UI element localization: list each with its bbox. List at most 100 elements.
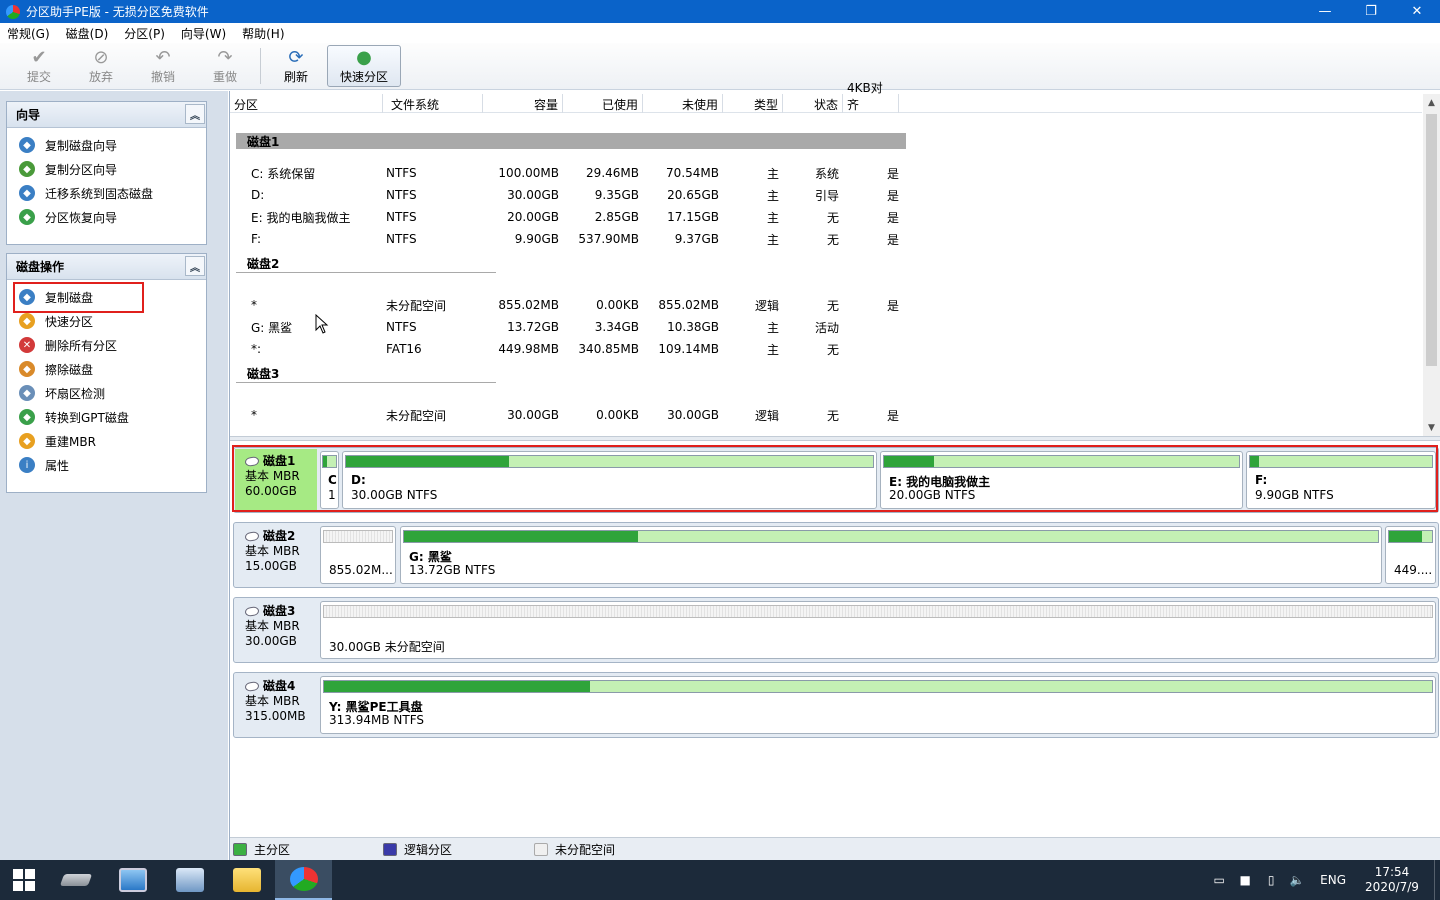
start-button[interactable]: [0, 860, 47, 900]
disk-group-name: 磁盘2: [247, 256, 280, 271]
disk-name: 磁盘2: [263, 529, 296, 543]
minimize-button[interactable]: —: [1302, 0, 1348, 23]
table-row[interactable]: * 未分配空间 855.02MB 0.00KB 855.02MB 逻辑 无 是: [230, 294, 903, 316]
cell-used: 9.35GB: [594, 188, 639, 202]
menu-disk[interactable]: 磁盘(D): [62, 25, 113, 42]
disk-row-4[interactable]: 磁盘4 基本 MBR 315.00MB Y: 黑鲨PE工具盘 313.94MB …: [233, 672, 1439, 738]
scroll-down-icon[interactable]: ▼: [1423, 419, 1440, 436]
clock[interactable]: 17:54 2020/7/9: [1356, 865, 1428, 895]
volume-icon[interactable]: 🔈: [1284, 860, 1310, 900]
usage-fill: [404, 531, 638, 542]
scroll-up-icon[interactable]: ▲: [1423, 94, 1440, 111]
col-filesystem[interactable]: 文件系统: [383, 94, 483, 113]
disk-info[interactable]: 磁盘3 基本 MBR 30.00GB: [235, 599, 317, 661]
refresh-icon: ⟳: [288, 46, 304, 68]
partition-size: 449....: [1394, 563, 1433, 577]
recovery-icon: ◆: [19, 209, 35, 225]
network-icon[interactable]: ▭: [1206, 860, 1232, 900]
op-bad-sector[interactable]: ◆ 坏扇区检测: [7, 381, 206, 405]
disk-row-2[interactable]: 磁盘2 基本 MBR 15.00GB 855.02M... G: 黑鲨 13.7…: [233, 522, 1439, 588]
show-desktop-button[interactable]: [1434, 860, 1440, 900]
partition-block[interactable]: Y: 黑鲨PE工具盘 313.94MB NTFS: [320, 676, 1436, 734]
taskbar-computer-app[interactable]: [104, 860, 161, 900]
col-capacity[interactable]: 容量: [483, 94, 563, 113]
pane-splitter[interactable]: [230, 436, 1440, 441]
disk-group-header: 磁盘1: [236, 133, 906, 149]
wizard-partition-recovery[interactable]: ◆ 分区恢复向导: [7, 205, 206, 229]
display-icon[interactable]: ■: [1232, 860, 1258, 900]
col-type[interactable]: 类型: [723, 94, 783, 113]
cell-status: 引导: [814, 188, 839, 203]
wizard-copy-disk[interactable]: ◆ 复制磁盘向导: [7, 133, 206, 157]
col-partition[interactable]: 分区: [230, 94, 383, 113]
taskbar-keyboard-app[interactable]: [161, 860, 218, 900]
folder-icon: [232, 868, 261, 892]
menu-general[interactable]: 常规(G): [3, 25, 54, 42]
close-button[interactable]: ✕: [1394, 0, 1440, 23]
partition-block[interactable]: G: 黑鲨 13.72GB NTFS: [400, 526, 1382, 584]
partition-block[interactable]: 855.02M...: [320, 526, 396, 584]
cell-capacity: 100.00MB: [498, 166, 559, 180]
discard-button[interactable]: ⊘ 放弃: [70, 45, 132, 87]
wizard-migrate-os[interactable]: ◆ 迁移系统到固态磁盘: [7, 181, 206, 205]
clock-time: 17:54: [1374, 865, 1410, 879]
op-delete-all[interactable]: ✕ 删除所有分区: [7, 333, 206, 357]
table-row[interactable]: F: NTFS 9.90GB 537.90MB 9.37GB 主 无 是: [230, 228, 903, 250]
wizard-panel-header: 向导 ︽: [7, 102, 206, 128]
vertical-scrollbar[interactable]: ▲ ▼: [1423, 94, 1440, 436]
cell-unused: 70.54MB: [666, 166, 719, 180]
cell-partition: E: 我的电脑我做主: [251, 210, 351, 225]
op-properties[interactable]: i 属性: [7, 453, 206, 477]
undo-button[interactable]: ↶ 撤销: [132, 45, 194, 87]
cell-4k: 是: [886, 210, 899, 225]
menu-partition[interactable]: 分区(P): [120, 25, 169, 42]
menu-help[interactable]: 帮助(H): [238, 25, 288, 42]
op-item-label: 擦除磁盘: [45, 362, 94, 377]
taskbar-drive-app[interactable]: [47, 860, 104, 900]
op-convert-gpt[interactable]: ◆ 转换到GPT磁盘: [7, 405, 206, 429]
col-used[interactable]: 已使用: [563, 94, 643, 113]
menu-wizard[interactable]: 向导(W): [177, 25, 230, 42]
highlight-copy-disk: [13, 282, 144, 313]
table-row[interactable]: * 未分配空间 30.00GB 0.00KB 30.00GB 逻辑 无 是: [230, 404, 903, 426]
taskbar-explorer-app[interactable]: [218, 860, 275, 900]
partition-block[interactable]: 449....: [1385, 526, 1436, 584]
col-unused[interactable]: 未使用: [643, 94, 723, 113]
usb-icon[interactable]: ▯: [1258, 860, 1284, 900]
wizard-copy-partition[interactable]: ◆ 复制分区向导: [7, 157, 206, 181]
col-status[interactable]: 状态: [783, 94, 843, 113]
disk-row-3[interactable]: 磁盘3 基本 MBR 30.00GB 30.00GB 未分配空间: [233, 597, 1439, 663]
taskbar-partition-assistant-app[interactable]: [275, 860, 332, 900]
table-row[interactable]: D: NTFS 30.00GB 9.35GB 20.65GB 主 引导 是: [230, 184, 903, 206]
op-wipe-disk[interactable]: ◆ 擦除磁盘: [7, 357, 206, 381]
disk-size: 15.00GB: [245, 559, 297, 573]
collapse-icon[interactable]: ︽: [185, 256, 205, 276]
legend-logical: 逻辑分区: [383, 841, 534, 858]
cell-fs: NTFS: [386, 232, 417, 246]
quick-partition-button[interactable]: ● 快速分区: [327, 45, 401, 87]
table-row[interactable]: *: FAT16 449.98MB 340.85MB 109.14MB 主 无: [230, 338, 903, 360]
refresh-button[interactable]: ⟳ 刷新: [265, 45, 327, 87]
disk-ops-panel-header: 磁盘操作 ︽: [7, 254, 206, 280]
op-rebuild-mbr[interactable]: ◆ 重建MBR: [7, 429, 206, 453]
commit-button[interactable]: ✔ 提交: [8, 45, 70, 87]
partition-block[interactable]: 30.00GB 未分配空间: [320, 601, 1436, 659]
maximize-button[interactable]: ❐: [1348, 0, 1394, 23]
collapse-icon[interactable]: ︽: [185, 104, 205, 124]
table-row[interactable]: E: 我的电脑我做主 NTFS 20.00GB 2.85GB 17.15GB 主…: [230, 206, 903, 228]
disk-info[interactable]: 磁盘4 基本 MBR 315.00MB: [235, 674, 317, 736]
col-4k-align[interactable]: 4KB对齐: [843, 81, 899, 113]
copy-partition-icon: ◆: [19, 161, 35, 177]
cell-type: 逻辑: [754, 408, 779, 423]
scrollbar-thumb[interactable]: [1426, 114, 1437, 366]
usage-bar: [403, 530, 1379, 543]
language-indicator[interactable]: ENG: [1310, 873, 1356, 887]
redo-button[interactable]: ↷ 重做: [194, 45, 256, 87]
table-row[interactable]: C: 系统保留 NTFS 100.00MB 29.46MB 70.54MB 主 …: [230, 162, 903, 184]
divider: [236, 272, 496, 273]
cell-type: 主: [766, 166, 779, 181]
wizard-panel-title: 向导: [16, 108, 41, 122]
disk-info[interactable]: 磁盘2 基本 MBR 15.00GB: [235, 524, 317, 586]
table-row[interactable]: G: 黑鲨 NTFS 13.72GB 3.34GB 10.38GB 主 活动: [230, 316, 903, 338]
selected-disk-highlight: [232, 445, 1438, 512]
